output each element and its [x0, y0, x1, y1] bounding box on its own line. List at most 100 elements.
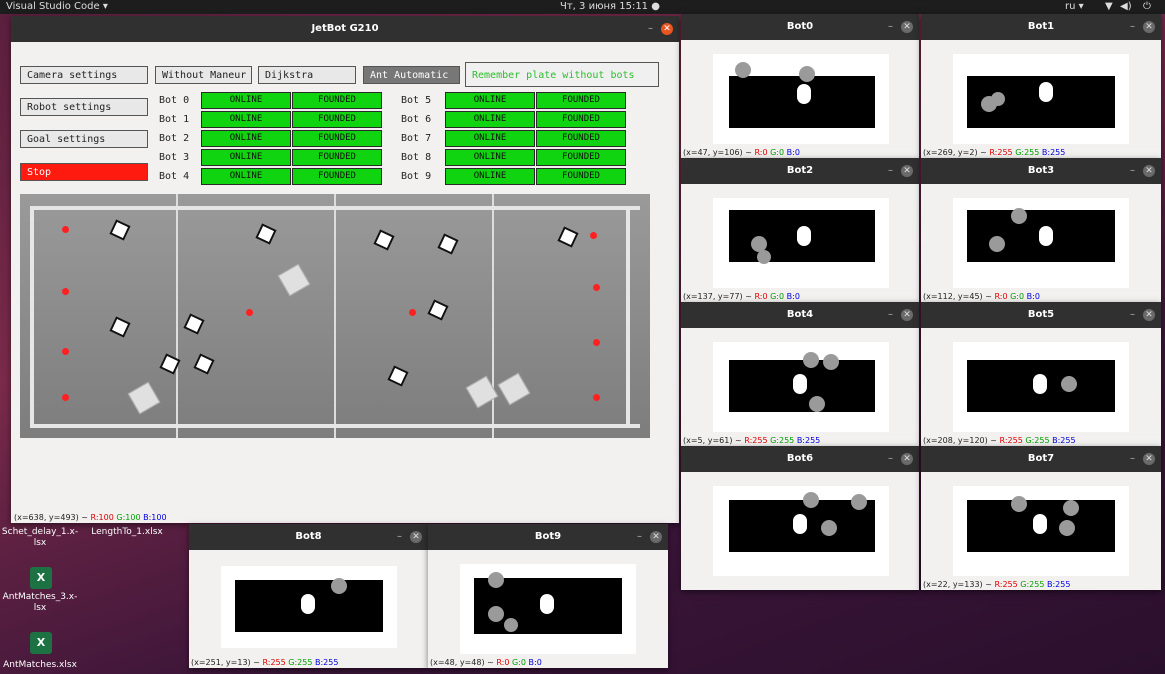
bot-titlebar[interactable]: Bot1 – ✕ [921, 14, 1161, 40]
close-icon[interactable]: ✕ [1143, 21, 1155, 33]
bot-titlebar[interactable]: Bot4 – ✕ [681, 302, 919, 328]
minimize-icon[interactable]: – [1130, 446, 1135, 472]
close-icon[interactable]: ✕ [901, 309, 913, 321]
bot-found-status: FOUNDED [536, 92, 626, 109]
close-icon[interactable]: ✕ [410, 531, 422, 543]
desktop-file-antmatches3[interactable]: AntMatches_3.x-lsx [0, 592, 80, 614]
excel-icon[interactable]: X [30, 632, 52, 654]
minimize-icon[interactable]: – [888, 158, 893, 184]
bot-map[interactable] [953, 198, 1129, 288]
bot-titlebar[interactable]: Bot5 – ✕ [921, 302, 1161, 328]
excel-icon[interactable]: X [30, 567, 52, 589]
close-icon[interactable]: ✕ [650, 531, 662, 543]
coords: (x=48, y=48) ~ [430, 658, 494, 667]
clock[interactable]: Чт, 3 июня 15:11 ● [560, 0, 660, 14]
bot-map[interactable] [221, 566, 397, 648]
bot-map[interactable] [953, 54, 1129, 144]
ant-automatic-button[interactable]: Ant Automatic [363, 66, 460, 84]
bot-map[interactable] [953, 486, 1129, 576]
minimize-icon[interactable]: – [397, 524, 402, 550]
b: B:255 [1047, 580, 1071, 589]
app-menu[interactable]: Visual Studio Code ▾ [6, 0, 108, 14]
close-icon[interactable]: ✕ [901, 21, 913, 33]
main-titlebar[interactable]: JetBot G210 – ✕ [11, 16, 679, 42]
map-blob [793, 514, 807, 534]
g: G:0 [770, 148, 785, 157]
robot-circle [851, 494, 867, 510]
coords: (x=112, y=45) ~ [923, 292, 992, 301]
close-icon[interactable]: ✕ [661, 23, 673, 35]
minimize-icon[interactable]: – [1130, 158, 1135, 184]
goal-settings-button[interactable]: Goal settings [20, 130, 148, 148]
dijkstra-button[interactable]: Dijkstra [258, 66, 356, 84]
bot-titlebar[interactable]: Bot7 – ✕ [921, 446, 1161, 472]
goal-point [62, 288, 69, 295]
r: R:0 [994, 292, 1008, 301]
minimize-icon[interactable]: – [888, 446, 893, 472]
bot-titlebar[interactable]: Bot8 – ✕ [189, 524, 428, 550]
bot-map[interactable] [713, 54, 889, 144]
minimize-icon[interactable]: – [637, 524, 642, 550]
robot-circle [799, 66, 815, 82]
b: B:255 [1041, 148, 1066, 157]
minimize-icon[interactable]: – [1130, 14, 1135, 40]
bot-titlebar[interactable]: Bot6 – ✕ [681, 446, 919, 472]
robot-circle [331, 578, 347, 594]
desktop-file-length[interactable]: LengthTo_1.xlsx [82, 527, 172, 538]
robot-circle [488, 572, 504, 588]
camera-settings-button[interactable]: Camera settings [20, 66, 148, 84]
status-b: B:100 [143, 513, 167, 522]
bot-map[interactable] [460, 564, 636, 654]
desktop-file-schet[interactable]: Schet_delay_1.x-lsx [0, 527, 80, 549]
bot-online-status: ONLINE [445, 168, 535, 185]
close-icon[interactable]: ✕ [1143, 165, 1155, 177]
bot-window-title: Bot7 [1027, 453, 1055, 464]
bot-map[interactable] [713, 198, 889, 288]
bot-online-status: ONLINE [201, 149, 291, 166]
desktop-file-antmatches[interactable]: AntMatches.xlsx [0, 660, 80, 671]
close-icon[interactable]: ✕ [1143, 453, 1155, 465]
bot-status-line: (x=47, y=106) ~ R:0 G:0 B:0 [683, 148, 800, 157]
power-icon[interactable]: ⏻ [1143, 0, 1151, 14]
main-status-line: (x=638, y=493) ~ R:100 G:100 B:100 [14, 513, 167, 522]
minimize-icon[interactable]: – [1130, 302, 1135, 328]
minimize-icon[interactable]: – [648, 16, 653, 42]
bot-label: Bot 3 [159, 152, 190, 163]
bot-window: Bot6 – ✕ [681, 446, 919, 590]
robot-circle [821, 520, 837, 536]
close-icon[interactable]: ✕ [901, 453, 913, 465]
volume-icon[interactable]: ◀) [1120, 0, 1132, 14]
bot-map[interactable] [953, 342, 1129, 432]
goal-point [246, 309, 253, 316]
bot-map[interactable] [713, 486, 889, 576]
coords: (x=5, y=61) ~ [683, 436, 742, 445]
arena-camera-view[interactable] [20, 194, 650, 438]
remember-plate-button[interactable]: Remember plate without bots [465, 62, 659, 87]
g: G:0 [512, 658, 526, 667]
without-maneur-button[interactable]: Without Maneur [155, 66, 252, 84]
window-title: JetBot G210 [311, 23, 379, 34]
bot-label: Bot 2 [159, 133, 190, 144]
map-blob [1033, 374, 1047, 394]
bot-titlebar[interactable]: Bot0 – ✕ [681, 14, 919, 40]
language-indicator[interactable]: ru ▾ [1065, 0, 1084, 14]
close-icon[interactable]: ✕ [901, 165, 913, 177]
stop-button[interactable]: Stop [20, 163, 148, 181]
bot-titlebar[interactable]: Bot3 – ✕ [921, 158, 1161, 184]
minimize-icon[interactable]: – [888, 14, 893, 40]
robot-circle [1011, 208, 1027, 224]
minimize-icon[interactable]: – [888, 302, 893, 328]
robot-circle [504, 618, 518, 632]
bot-online-status: ONLINE [445, 149, 535, 166]
robot-circle [735, 62, 751, 78]
close-icon[interactable]: ✕ [1143, 309, 1155, 321]
bot-online-status: ONLINE [201, 111, 291, 128]
bot-window: Bot9 – ✕ (x=48, y=48) ~ R:0 G:0 B:0 [428, 524, 668, 668]
robot-circle [757, 250, 771, 264]
bot-titlebar[interactable]: Bot2 – ✕ [681, 158, 919, 184]
network-icon[interactable]: ▼ [1105, 0, 1113, 14]
r: R:255 [989, 148, 1013, 157]
robot-settings-button[interactable]: Robot settings [20, 98, 148, 116]
bot-titlebar[interactable]: Bot9 – ✕ [428, 524, 668, 550]
bot-map[interactable] [713, 342, 889, 432]
